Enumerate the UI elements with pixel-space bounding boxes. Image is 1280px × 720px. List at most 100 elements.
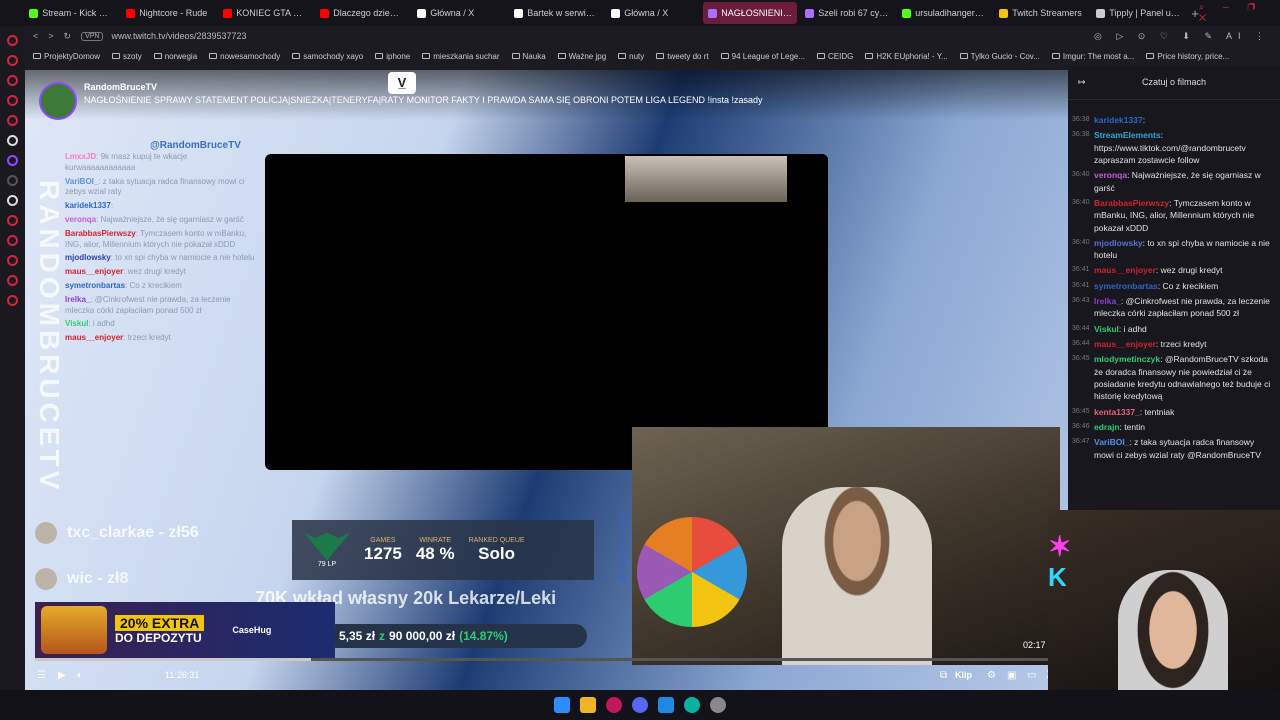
chat-message: 36:38 karidek1337: [1072,114,1274,126]
tab-label: Główna / X [624,8,669,18]
whatsapp-icon[interactable] [7,75,18,86]
bookmark-item[interactable]: ProjektyDomow [33,52,100,61]
video-progress-bar[interactable] [35,658,1058,661]
chat-username[interactable]: BarabbasPierwszy [1094,198,1169,208]
folder-icon [375,53,384,59]
bookmark-item[interactable]: tweety do rt [656,52,709,61]
bookmark-label: samochody xayo [303,51,364,61]
toolbar-icons[interactable]: ◎ ▷ ⊙ ♡ ⬇ ✎ AI ⋮ [1094,31,1270,42]
overlay-chat-message: maus__enjoyer: wez drugi kredyt [65,267,255,278]
donor-name: wic - zł8 [67,570,129,587]
chat-username[interactable]: StreamElements [1094,130,1161,140]
browser-tab[interactable]: ursuladihanger - W [897,2,991,24]
tab-label: Szeli robi 67 cycan [818,8,890,18]
bookmark-item[interactable]: Tylko Gucio - Cov... [959,52,1040,61]
bookmark-item[interactable]: mieszkania suchar [422,52,500,61]
opera-gx-icon[interactable] [606,697,622,713]
browser-tab[interactable]: Twitch Streamers [994,2,1088,24]
instagram-icon[interactable] [7,95,18,106]
browser-tab[interactable]: Stream - Kick Dash [24,2,118,24]
history-icon[interactable] [7,215,18,226]
chat-username[interactable]: mlodymetinczyk [1094,354,1160,364]
bookmark-item[interactable]: CEIDG [817,52,853,61]
reload-icon[interactable]: ↻ [64,31,72,42]
pinboard-icon[interactable] [7,295,18,306]
browser-tab[interactable]: Szeli robi 67 cycan [800,2,894,24]
extensions-icon[interactable] [7,275,18,286]
bookmark-item[interactable]: Imgur: The most a... [1051,52,1134,61]
bookmark-item[interactable]: nowesamochody [209,52,280,61]
channel-name[interactable]: RandomBruceTV [84,82,157,92]
browser-tab[interactable]: Tipply | Panel użyt [1091,2,1185,24]
theatre-icon[interactable]: ▭ [1027,670,1036,681]
overlay-chat-user: karidek1337 [65,201,111,211]
app-icon[interactable] [658,697,674,713]
telegram-icon[interactable] [7,115,18,126]
windows-start-icon[interactable] [554,697,570,713]
chat-username[interactable]: symetronbartas [1094,281,1158,291]
channel-avatar[interactable] [39,82,77,120]
chat-timestamp: 36:40 [1072,238,1090,246]
chat-username[interactable]: karidek1337 [1094,115,1143,125]
browser-tab[interactable]: NAGŁOSNIENIE SPRAWY [703,2,798,24]
clip-icon[interactable]: ⧉ [940,670,947,681]
bookmark-item[interactable]: nuty [618,52,644,61]
chat-username[interactable]: mjodlowsky [1094,238,1143,248]
tab-favicon-icon [708,8,718,18]
progress-fill [35,658,312,661]
chat-username[interactable]: kenta1337_ [1094,407,1140,417]
play-icon[interactable]: ▶ [58,670,66,681]
bookmark-item[interactable]: Price history, price... [1146,52,1229,61]
chat-username[interactable]: VariBOI_ [1094,437,1129,447]
new-tab-button[interactable]: + [1191,6,1199,21]
bookmark-item[interactable]: H2K EUphoria! - Y... [865,52,948,61]
edge-icon[interactable] [684,697,700,713]
bookmark-item[interactable]: norwegia [153,52,197,61]
playlist-icon[interactable]: ☰ [37,670,46,681]
bookmark-item[interactable]: 94 League of Lege... [720,52,805,61]
chat-username[interactable]: veronqa [1094,170,1127,180]
bookmark-item[interactable]: szoty [112,52,142,61]
file-explorer-icon[interactable] [580,697,596,713]
bookmark-item[interactable]: Ważne jpg [557,52,606,61]
browser-tab[interactable]: Główna / X [412,2,506,24]
download-icon[interactable] [7,255,18,266]
vpn-badge[interactable]: VPN [81,31,104,41]
volume-icon[interactable]: 🔈︎ [77,670,83,681]
twitch-icon[interactable] [7,155,18,166]
url-field[interactable]: www.twitch.tv/videos/2839537723 [111,31,246,41]
settings-taskbar-icon[interactable] [710,697,726,713]
messenger-icon[interactable] [7,55,18,66]
window-controls[interactable]: ⌕ – ❐ ✕ [1199,2,1272,24]
browser-tab[interactable]: KONIEC GTA RP! M [218,2,312,24]
discord-icon[interactable] [632,697,648,713]
video-player[interactable]: RandomBruceTV NAGŁOŚNIENIE SPRAWY STATEM… [25,70,1068,690]
bookmark-item[interactable]: iphone [375,52,410,61]
browser-tab[interactable]: Dlaczego dziewcz [315,2,409,24]
bookmark-item[interactable]: Nauka [511,52,546,61]
chat-username[interactable]: maus__enjoyer [1094,265,1156,275]
chat-text: : [1142,115,1146,125]
forward-icon[interactable]: > [48,31,53,41]
settings-gear-icon[interactable]: ⚙ [987,670,996,681]
clock-icon[interactable] [7,235,18,246]
chat-username[interactable]: Viskul [1094,324,1119,334]
donor-avatar [35,522,57,544]
browser-tab[interactable]: Bartek w serwisie X [509,2,603,24]
pip-icon[interactable]: ▣ [1007,670,1016,681]
clip-button[interactable]: Klip [955,670,972,680]
chat-username[interactable]: maus__enjoyer [1094,339,1156,349]
folder-icon [865,53,874,59]
settings-icon[interactable] [7,135,18,146]
refresh-icon[interactable] [7,35,18,46]
chat-username[interactable]: edrajn [1094,422,1120,432]
music-icon[interactable] [7,175,18,186]
collapse-chat-icon[interactable]: ↦ [1078,76,1086,89]
back-icon[interactable]: < [33,31,38,41]
browser-tab[interactable]: Główna / X [606,2,700,24]
x-icon[interactable] [7,195,18,206]
chat-username[interactable]: lrelka_ [1094,296,1121,306]
promo-banner[interactable]: 20% EXTRA DO DEPOZYTU CaseHug [35,602,335,658]
browser-tab[interactable]: Nightcore - Rude [121,2,215,24]
bookmark-item[interactable]: samochody xayo [292,52,363,61]
